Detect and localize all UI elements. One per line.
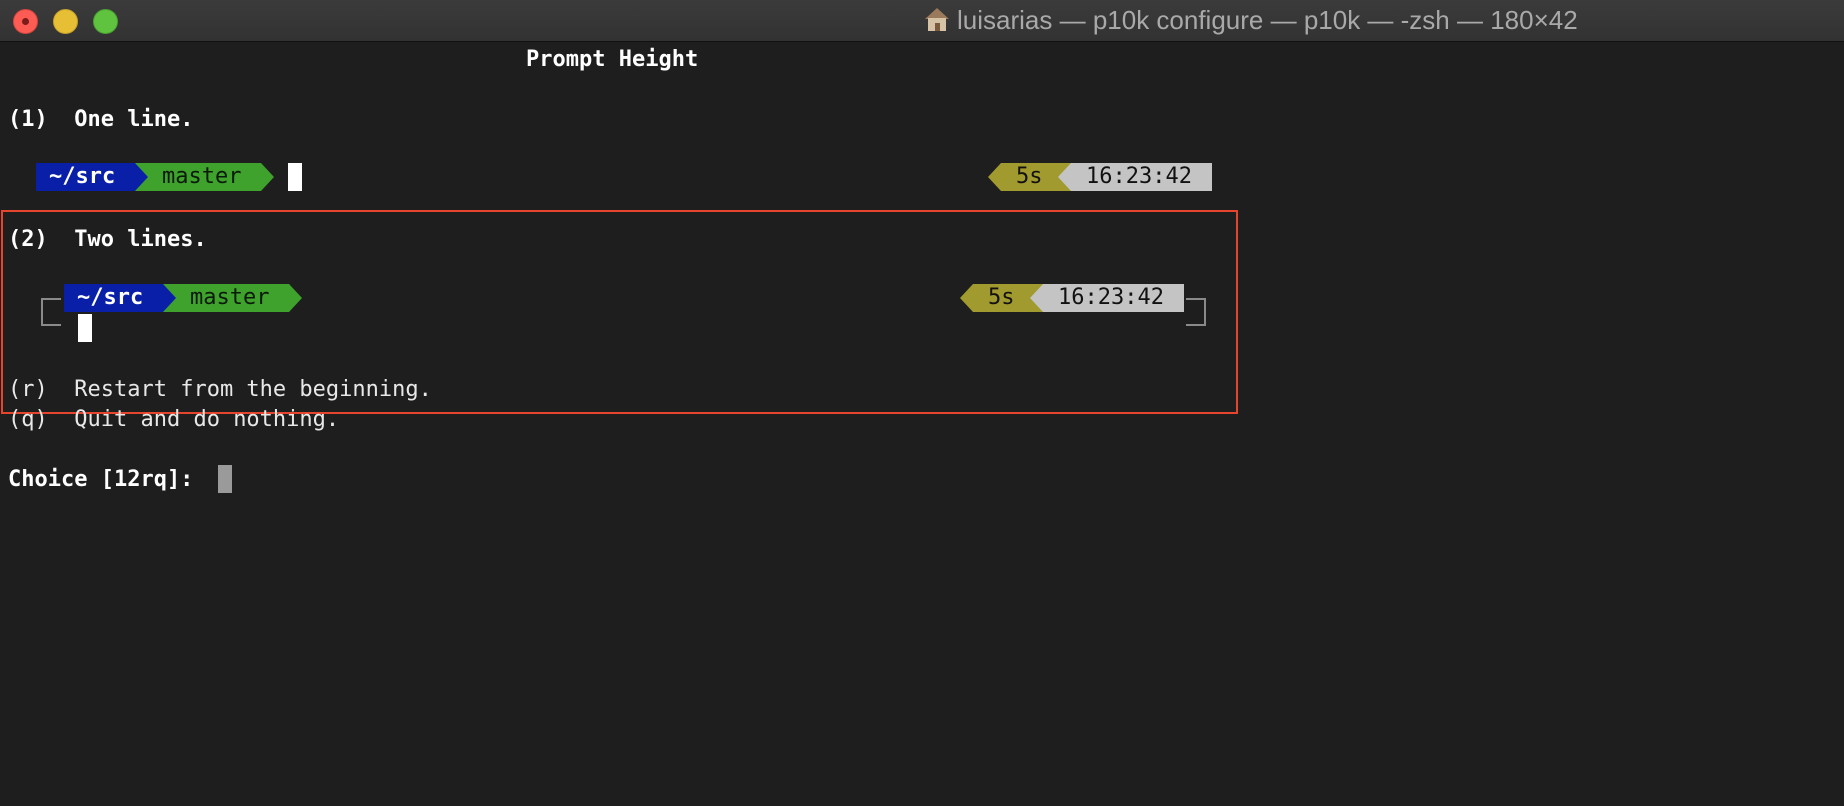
choice-prompt: Choice [12rq]: [8,467,194,492]
input-cursor[interactable] [218,465,232,493]
option-key: (q) [8,407,48,432]
dir-arrow [163,284,176,312]
time-segment: 16:23:42 [1043,284,1184,312]
vcs-segment: master [135,163,261,191]
time-arrow [1030,284,1043,312]
option-restart: (r) Restart from the beginning. [8,375,432,405]
duration-arrow [988,163,1001,191]
time-segment: 16:23:42 [1071,163,1212,191]
dir-segment: ~/src [36,163,135,191]
option-key: (2) [8,227,48,252]
option-key: (1) [8,107,48,132]
left-frame-connector [41,298,61,326]
option-label: One line. [74,107,194,132]
close-button[interactable] [13,9,38,34]
prompt-cursor [288,163,302,191]
vcs-arrow [289,284,302,312]
option-two-lines: (2) Two lines. [8,225,207,255]
dir-segment: ~/src [64,284,163,312]
dir-arrow [135,163,148,191]
time-arrow [1058,163,1071,191]
vcs-segment: master [163,284,289,312]
terminal-content[interactable]: Prompt Height (1) One line. ~/src master… [0,42,1844,806]
option-label: Two lines. [74,227,207,252]
title-bar[interactable]: luisarias — p10k configure — p10k — -zsh… [0,0,1844,42]
option-key: (r) [8,377,48,402]
page-title: Prompt Height [526,47,699,72]
prompt-cursor [78,314,92,342]
option-one-line: (1) One line. [8,105,193,135]
option-label: Restart from the beginning. [74,377,432,402]
duration-arrow [960,284,973,312]
vcs-arrow [261,163,274,191]
terminal-window: luisarias — p10k configure — p10k — -zsh… [0,0,1844,806]
minimize-button[interactable] [53,9,78,34]
right-frame-connector [1186,298,1206,326]
option-label: Quit and do nothing. [74,407,340,432]
maximize-button[interactable] [93,9,118,34]
window-title-text: luisarias — p10k configure — p10k — -zsh… [957,5,1578,35]
home-icon [925,8,949,32]
option-quit: (q) Quit and do nothing. [8,405,339,435]
window-title: luisarias — p10k configure — p10k — -zsh… [925,0,1578,41]
